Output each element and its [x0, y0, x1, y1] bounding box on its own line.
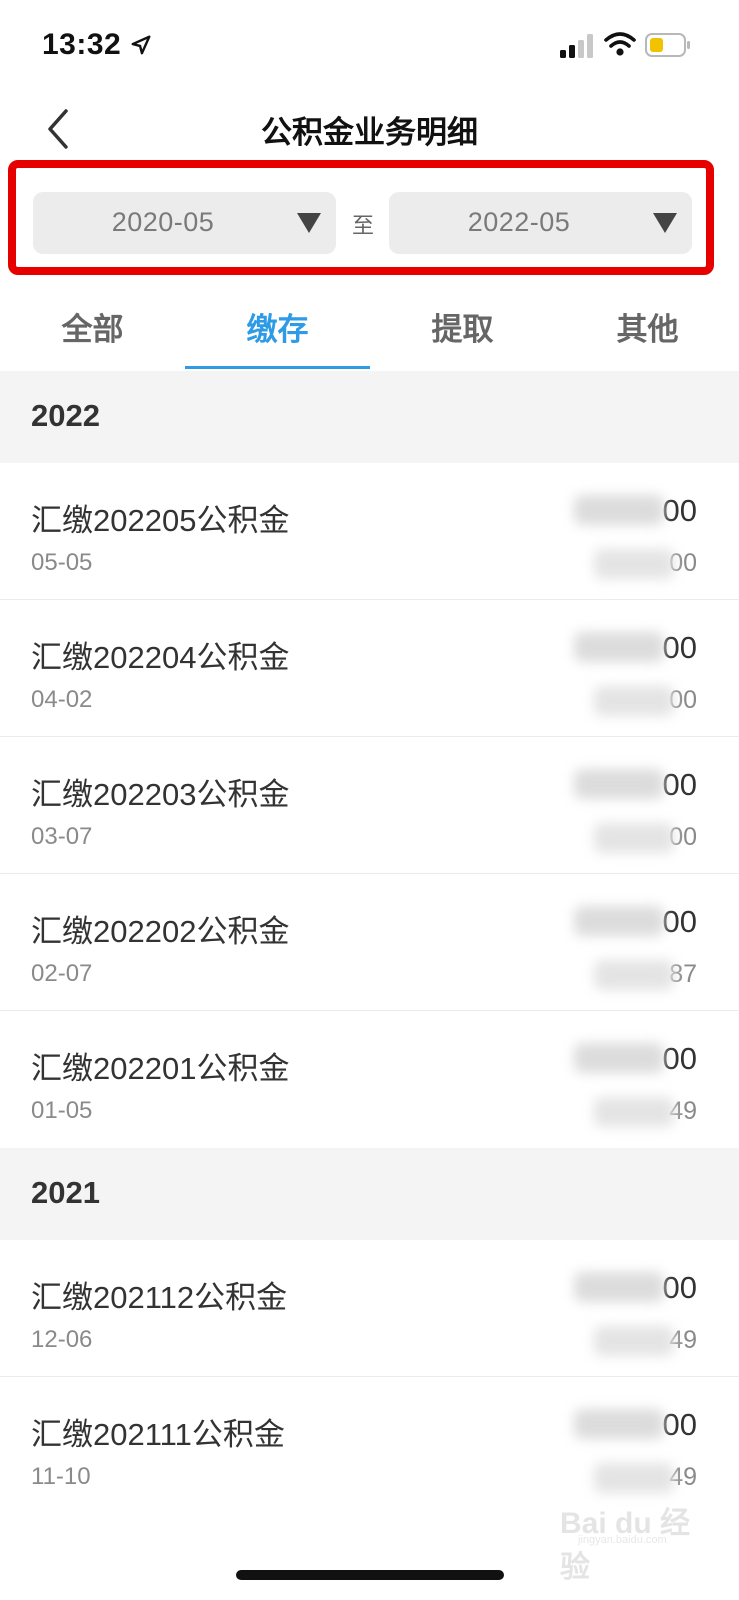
start-date-value: 2020-05	[111, 207, 215, 237]
transaction-amount: 00	[662, 1407, 697, 1442]
location-arrow-icon	[131, 35, 151, 55]
range-separator: 至	[351, 213, 374, 238]
privacy-blur-mask	[574, 1043, 664, 1073]
list-item[interactable]: 汇缴202203公积金 03-07 00 00	[0, 737, 739, 874]
privacy-blur-mask	[594, 960, 674, 990]
transaction-title: 汇缴202203公积金	[31, 777, 290, 812]
privacy-blur-mask	[574, 1272, 664, 1302]
privacy-blur-mask	[594, 823, 674, 853]
privacy-blur-mask	[594, 1097, 674, 1127]
end-date-dropdown[interactable]: 2022-05	[389, 192, 692, 254]
privacy-blur-mask	[574, 906, 664, 936]
status-time: 13:32	[42, 28, 122, 61]
tab-withdraw[interactable]: 提取	[370, 278, 555, 370]
transaction-date: 04-02	[31, 686, 93, 713]
caret-down-icon	[297, 213, 321, 233]
transaction-title: 汇缴202201公积金	[31, 1051, 290, 1086]
caret-down-icon	[653, 213, 677, 233]
transaction-date: 01-05	[31, 1097, 93, 1124]
privacy-blur-mask	[594, 1463, 674, 1493]
battery-low-power-icon	[645, 33, 690, 57]
active-tab-indicator	[185, 366, 370, 369]
end-date-value: 2022-05	[467, 207, 571, 237]
transaction-amount: 00	[662, 630, 697, 665]
list-item[interactable]: 汇缴202205公积金 05-05 00 00	[0, 463, 739, 600]
transaction-amount: 00	[662, 767, 697, 802]
transaction-date: 03-07	[31, 823, 93, 850]
date-range-selector: 2020-05 至 2022-05	[8, 160, 714, 275]
transaction-amount: 00	[662, 904, 697, 939]
start-date-dropdown[interactable]: 2020-05	[33, 192, 336, 254]
year-section-header: 2021	[0, 1148, 739, 1240]
transaction-list: 2022 汇缴202205公积金 05-05 00 00 汇缴202204公积金…	[0, 371, 739, 1514]
transaction-date: 05-05	[31, 549, 93, 576]
year-section-header: 2022	[0, 371, 739, 463]
transaction-amount: 00	[662, 1041, 697, 1076]
watermark-url: jingyan.baidu.com	[578, 1534, 667, 1546]
privacy-blur-mask	[574, 495, 664, 525]
privacy-blur-mask	[574, 1409, 664, 1439]
transaction-amount: 00	[662, 493, 697, 528]
list-item[interactable]: 汇缴202204公积金 04-02 00 00	[0, 600, 739, 737]
transaction-date: 02-07	[31, 960, 93, 987]
privacy-blur-mask	[594, 549, 674, 579]
wifi-icon	[604, 32, 636, 56]
tab-deposit[interactable]: 缴存	[185, 278, 370, 370]
list-item[interactable]: 汇缴202112公积金 12-06 00 49	[0, 1240, 739, 1377]
transaction-title: 汇缴202205公积金	[31, 503, 290, 538]
tab-other[interactable]: 其他	[555, 278, 739, 370]
list-item[interactable]: 汇缴202202公积金 02-07 00 87	[0, 874, 739, 1011]
privacy-blur-mask	[574, 769, 664, 799]
transaction-amount: 00	[662, 1270, 697, 1305]
category-tabs: 全部 缴存 提取 其他	[0, 278, 739, 370]
privacy-blur-mask	[594, 1326, 674, 1356]
navigation-header: 公积金业务明细	[0, 95, 739, 160]
list-item[interactable]: 汇缴202201公积金 01-05 00 49	[0, 1011, 739, 1148]
privacy-blur-mask	[594, 686, 674, 716]
transaction-date: 11-10	[31, 1463, 91, 1490]
cellular-signal-icon	[560, 34, 593, 58]
transaction-title: 汇缴202202公积金	[31, 914, 290, 949]
transaction-title: 汇缴202204公积金	[31, 640, 290, 675]
home-indicator[interactable]	[236, 1570, 504, 1580]
tab-all[interactable]: 全部	[0, 278, 185, 370]
transaction-date: 12-06	[31, 1326, 93, 1353]
page-title: 公积金业务明细	[261, 115, 478, 150]
status-bar: 13:32	[0, 0, 739, 95]
baidu-jingyan-watermark: Bai du 经验 jingyan.baidu.com	[560, 1490, 710, 1584]
privacy-blur-mask	[574, 632, 664, 662]
transaction-title: 汇缴202111公积金	[31, 1417, 285, 1452]
transaction-title: 汇缴202112公积金	[31, 1280, 288, 1315]
